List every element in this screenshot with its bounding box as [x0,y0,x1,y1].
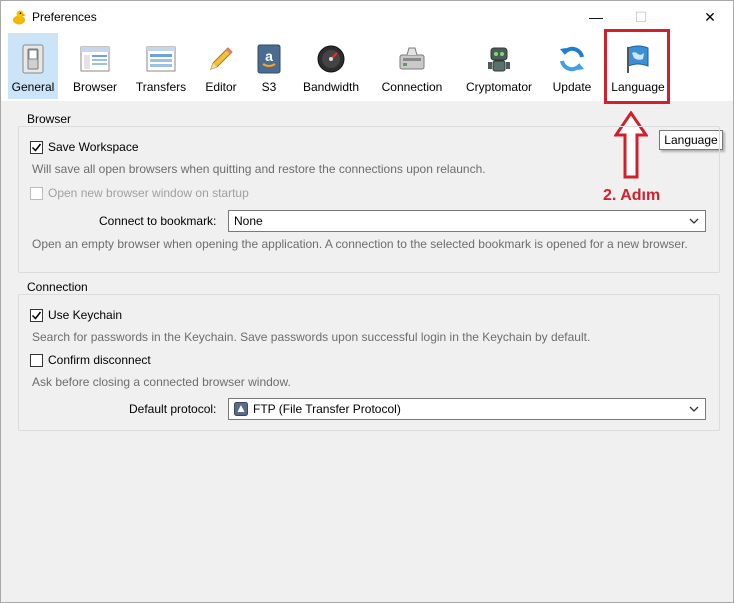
tab-editor[interactable]: Editor [201,33,241,99]
tab-browser[interactable]: Browser [69,33,121,99]
browser-group-title: Browser [26,112,73,126]
tab-update-label: Update [552,80,592,94]
speedometer-icon [315,43,347,75]
ftp-protocol-icon [234,402,248,416]
pencil-icon [205,43,237,75]
open-new-window-checkbox[interactable] [30,186,43,200]
close-button[interactable]: ✕ [687,1,733,33]
tab-general[interactable]: General [8,33,58,99]
cryptomator-robot-icon [483,43,515,75]
connect-bookmark-description: Open an empty browser when opening the a… [32,237,688,251]
tab-transfers[interactable]: Transfers [132,33,190,99]
tab-bandwidth-label: Bandwidth [302,80,360,94]
tab-connection[interactable]: Connection [375,33,449,99]
preferences-window: Preferences — ☐ ✕ General Browser Transf… [0,0,734,603]
update-refresh-icon [556,43,588,75]
connect-bookmark-select[interactable]: None [228,210,706,232]
checkmark-icon [31,143,42,152]
minimize-icon: — [589,9,603,25]
tab-update[interactable]: Update [549,33,595,99]
checkmark-icon [31,311,42,320]
tab-general-label: General [11,80,55,94]
tab-editor-label: Editor [205,80,237,94]
save-workspace-checkbox[interactable] [30,140,43,154]
cyberduck-app-icon [13,10,26,25]
network-connection-icon [396,43,428,75]
maximize-icon: ☐ [634,8,648,25]
default-protocol-value: FTP (File Transfer Protocol) [253,402,401,416]
use-keychain-checkbox[interactable] [30,308,43,322]
tab-s3-label: S3 [261,80,277,94]
confirm-disconnect-checkbox[interactable] [30,353,43,367]
use-keychain-checkbox-row[interactable]: Use Keychain [30,307,122,323]
confirm-disconnect-label: Confirm disconnect [48,353,151,367]
svg-text:a: a [265,48,273,64]
tab-connection-label: Connection [381,80,443,94]
open-new-window-label: Open new browser window on startup [48,186,249,200]
use-keychain-label: Use Keychain [48,308,123,322]
transfers-list-icon [145,43,177,75]
save-workspace-description: Will save all open browsers when quittin… [32,162,486,176]
use-keychain-description: Search for passwords in the Keychain. Sa… [32,330,591,344]
chevron-down-icon [689,218,699,224]
connect-bookmark-value: None [234,214,263,228]
save-workspace-checkbox-row[interactable]: Save Workspace [30,139,139,155]
window-title: Preferences [32,10,97,24]
general-switch-icon [17,43,49,75]
confirm-disconnect-checkbox-row[interactable]: Confirm disconnect [30,352,151,368]
connect-bookmark-label: Connect to bookmark: [99,214,217,228]
save-workspace-label: Save Workspace [48,140,139,154]
chevron-down-icon [689,406,699,412]
tab-bandwidth[interactable]: Bandwidth [297,33,365,99]
close-icon: ✕ [704,8,716,25]
default-protocol-select[interactable]: FTP (File Transfer Protocol) [228,398,706,420]
language-highlight-box [604,29,670,104]
open-new-window-checkbox-row[interactable]: Open new browser window on startup [30,185,249,201]
tab-cryptomator-label: Cryptomator [465,80,533,94]
confirm-disconnect-description: Ask before closing a connected browser w… [32,375,291,389]
amazon-s3-icon: a [253,43,285,75]
tab-s3[interactable]: a S3 [251,33,287,99]
tab-transfers-label: Transfers [135,80,187,94]
browser-window-icon [79,43,111,75]
tab-cryptomator[interactable]: Cryptomator [458,33,540,99]
tab-browser-label: Browser [72,80,117,94]
default-protocol-label: Default protocol: [129,402,217,416]
connection-group-title: Connection [26,280,89,294]
